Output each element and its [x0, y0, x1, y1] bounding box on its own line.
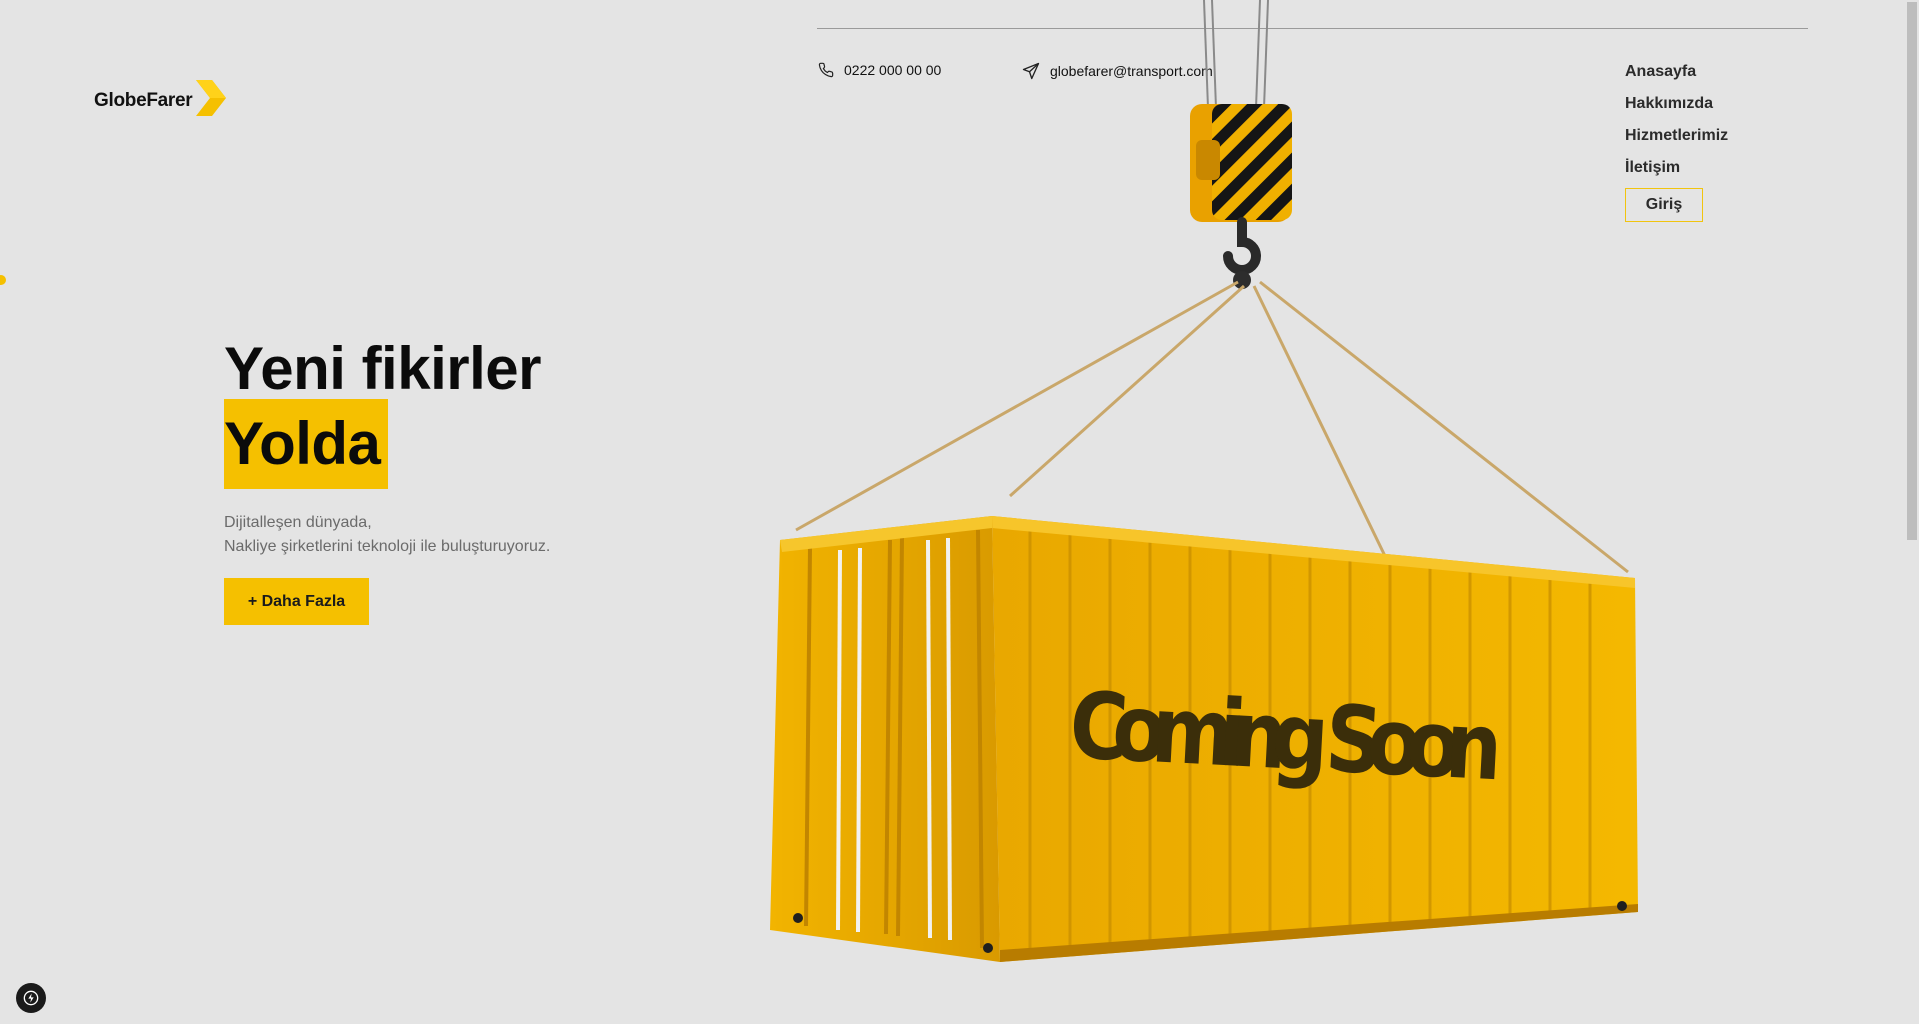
- chevron-arrow-icon: [196, 80, 227, 121]
- crane-hook-block: [1190, 104, 1292, 289]
- page-scrollbar[interactable]: [1905, 0, 1919, 1024]
- hero-subtitle: Dijitalleşen dünyada, Nakliye şirketleri…: [224, 511, 550, 559]
- brand-name: GlobeFarer: [94, 89, 193, 111]
- hero-subtitle-line-2: Nakliye şirketlerini teknoloji ile buluş…: [224, 538, 551, 555]
- crane-cables: [1203, 0, 1269, 109]
- hero-subtitle-line-1: Dijitalleşen dünyada,: [224, 514, 372, 531]
- more-button[interactable]: + Daha Fazla: [224, 578, 369, 625]
- container-illustration: Coming Soon: [770, 0, 1638, 962]
- brand-logo[interactable]: GlobeFarer: [94, 80, 227, 121]
- container-text: Coming Soon: [1067, 672, 1502, 802]
- hero-title-highlight: Yolda: [224, 399, 389, 489]
- hero-title: Yeni fikirler: [224, 335, 542, 402]
- bolt-icon[interactable]: [16, 983, 46, 1013]
- side-indicator-dot: [0, 275, 6, 285]
- scrollbar-thumb[interactable]: [1907, 2, 1917, 540]
